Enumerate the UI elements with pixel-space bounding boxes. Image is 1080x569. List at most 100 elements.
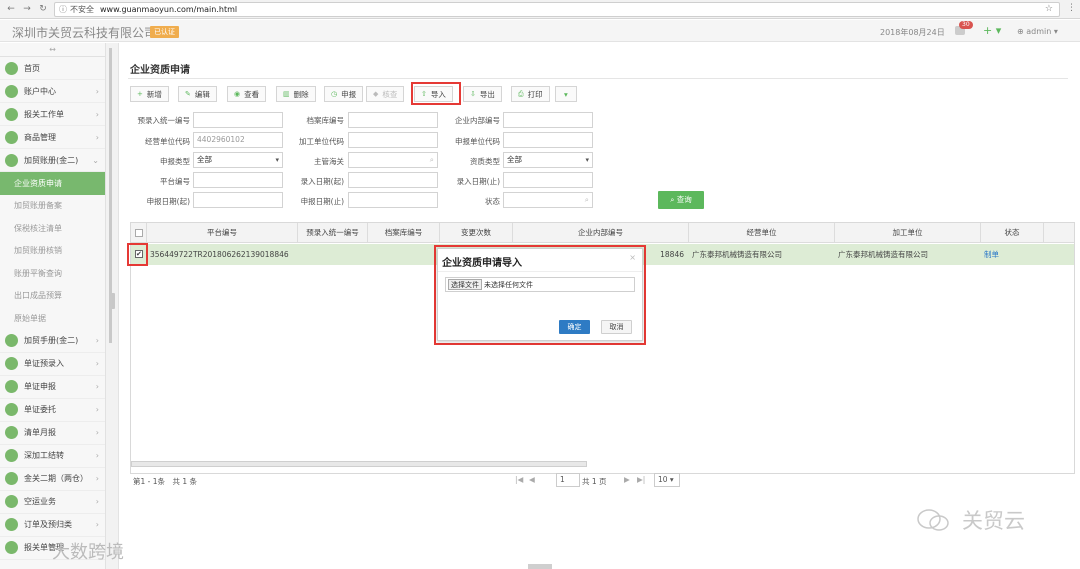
bookmark-star-icon[interactable]: ☆ — [1045, 4, 1053, 14]
delete-button[interactable]: ▥ 删除 — [276, 86, 316, 102]
print-button[interactable]: ⎙ 打印 — [511, 86, 550, 102]
url-text[interactable]: www.guanmaoyun.com/main.html — [100, 5, 237, 14]
customs-label: 主管海关 — [314, 157, 344, 166]
column-header[interactable]: 预录入统一编号 — [298, 223, 368, 243]
reload-icon[interactable]: ↻ — [38, 4, 48, 14]
declare-date-start-input[interactable] — [193, 192, 283, 208]
operator-code-input[interactable]: 4402960102 — [193, 132, 283, 148]
user-menu[interactable]: ⊕ admin ▾ — [1017, 27, 1058, 36]
verify-button[interactable]: ◆ 核查 — [366, 86, 405, 102]
column-header[interactable]: 平台编号 — [147, 223, 298, 243]
sidebar-item-a0[interactable]: 首页 — [0, 57, 105, 80]
pre-no-label: 预录入统一编号 — [137, 116, 191, 125]
column-header[interactable]: 经营单位 — [689, 223, 835, 243]
sidebar-item-b5[interactable]: 深加工结转 › — [0, 445, 105, 468]
info-icon[interactable]: ⓘ — [59, 4, 67, 15]
grid-horizontal-scrollbar[interactable] — [131, 461, 587, 467]
cell-status[interactable]: 制单 — [981, 244, 1044, 265]
entry-date-end-input[interactable] — [503, 172, 593, 188]
sidebar-item-label: 订单及预归类 — [24, 520, 72, 529]
platform-no-input[interactable] — [193, 172, 283, 188]
platform-no-label: 平台编号 — [160, 177, 190, 186]
prev-page-icon[interactable]: ◀ — [529, 475, 535, 484]
back-icon[interactable]: ← — [6, 4, 16, 14]
file-input[interactable]: 选择文件 未选择任何文件 — [445, 277, 635, 292]
sidebar-item-b1[interactable]: 单证预录入 › — [0, 353, 105, 376]
column-header[interactable]: 变更次数 — [440, 223, 513, 243]
cell-archive-no — [368, 244, 440, 265]
status-input[interactable]: ⌕ — [503, 192, 593, 208]
last-page-icon[interactable]: ▶| — [637, 475, 645, 484]
sidebar-item-a3[interactable]: 商品管理 › — [0, 126, 105, 149]
column-header[interactable]: 企业内部编号 — [513, 223, 689, 243]
sidebar-item-a4[interactable]: 加贸账册(金二) ⌄ — [0, 149, 105, 172]
customs-input[interactable]: ⌕ — [348, 152, 438, 168]
query-button[interactable]: ⌕ 查询 — [658, 191, 704, 209]
sidebar-subitem[interactable]: 账册平衡查询 — [0, 262, 105, 285]
first-page-icon[interactable]: |◀ — [515, 475, 523, 484]
sidebar-item-a1[interactable]: 账户中心 › — [0, 80, 105, 103]
next-page-icon[interactable]: ▶ — [624, 475, 630, 484]
sidebar-collapse-icon[interactable]: ↔ — [0, 43, 105, 57]
sidebar-subitem[interactable]: 企业资质申请 — [0, 172, 105, 195]
browser-menu-icon[interactable]: ⋮ — [1067, 3, 1076, 13]
page-size-select[interactable]: 10 ▾ — [654, 473, 680, 487]
cancel-button[interactable]: 取消 — [601, 320, 632, 334]
print-dropdown-button[interactable]: ▾ — [555, 86, 577, 102]
forward-icon[interactable]: → — [22, 4, 32, 14]
qual-type-select[interactable]: 全部 — [503, 152, 593, 168]
sidebar-item-b3[interactable]: 单证委托 › — [0, 399, 105, 422]
sidebar-item-b8[interactable]: 订单及预归类 › — [0, 514, 105, 537]
bottom-toggle[interactable] — [528, 564, 552, 569]
chevron-right-icon: › — [95, 86, 99, 96]
sidebar-item-label: 清单月报 — [24, 428, 56, 437]
close-icon[interactable]: × — [629, 253, 636, 262]
archive-no-input[interactable] — [348, 112, 438, 128]
sidebar-subitem[interactable]: 加贸账册核销 — [0, 240, 105, 263]
add-menu-button[interactable]: + ▾ — [983, 24, 1001, 37]
sidebar-item-b0[interactable]: 加贸手册(金二) › — [0, 330, 105, 353]
select-all-checkbox[interactable] — [135, 229, 143, 237]
declare-type-select[interactable]: 全部 — [193, 152, 283, 168]
edit-button[interactable]: ✎ 编辑 — [178, 86, 217, 102]
column-header[interactable]: 档案库编号 — [368, 223, 440, 243]
declare-button[interactable]: ◷ 申报 — [324, 86, 364, 102]
declare-date-end-input[interactable] — [348, 192, 438, 208]
declare-type-label: 申报类型 — [160, 157, 190, 166]
archive-no-label: 档案库编号 — [306, 116, 345, 125]
internal-no-input[interactable] — [503, 112, 593, 128]
column-header[interactable]: 加工单位 — [835, 223, 981, 243]
address-bar[interactable]: ⓘ 不安全 www.guanmaoyun.com/main.html ☆ — [54, 2, 1060, 17]
declarant-code-input[interactable] — [503, 132, 593, 148]
export-button[interactable]: ⇩ 导出 — [463, 86, 502, 102]
header-checkbox-cell[interactable] — [131, 223, 147, 243]
entry-date-start-input[interactable] — [348, 172, 438, 188]
sidebar-item-a2[interactable]: 报关工作单 › — [0, 103, 105, 126]
view-button[interactable]: ◉ 查看 — [227, 86, 267, 102]
pager-summary: 第1 - 1条 共 1 条 — [133, 477, 198, 486]
processor-code-input[interactable] — [348, 132, 438, 148]
sidebar-splitter[interactable] — [106, 43, 119, 569]
sidebar-item-b4[interactable]: 清单月报 › — [0, 422, 105, 445]
sidebar-item-b7[interactable]: 空运业务 › — [0, 491, 105, 514]
page-input[interactable]: 1 — [556, 473, 580, 487]
sidebar-subitem[interactable]: 原始单据 — [0, 307, 105, 330]
customs-search-icon[interactable]: ⌕ — [430, 153, 434, 167]
add-button[interactable]: + 新增 — [130, 86, 169, 102]
sidebar-item-b2[interactable]: 单证申报 › — [0, 376, 105, 399]
sidebar-item-label: 深加工结转 — [24, 451, 64, 460]
sidebar-subitem[interactable]: 出口成品预算 — [0, 285, 105, 308]
column-header[interactable]: 状态 — [981, 223, 1044, 243]
page-size-value: 10 — [658, 475, 668, 484]
cert-badge: 已认证 — [150, 26, 179, 38]
ok-button[interactable]: 确定 — [559, 320, 590, 334]
status-search-icon[interactable]: ⌕ — [585, 193, 589, 207]
pre-no-input[interactable] — [193, 112, 283, 128]
search-icon: ⌕ — [670, 195, 677, 204]
sidebar-subitem[interactable]: 保税核注清单 — [0, 217, 105, 240]
sidebar-subitem[interactable]: 加贸账册备案 — [0, 195, 105, 218]
choose-file-button[interactable]: 选择文件 — [448, 279, 482, 290]
sidebar-scrollbar[interactable] — [109, 48, 112, 343]
sidebar-item-b6[interactable]: 金关二期（两仓） › — [0, 468, 105, 491]
sidebar-item-label: 空运业务 — [24, 497, 56, 506]
